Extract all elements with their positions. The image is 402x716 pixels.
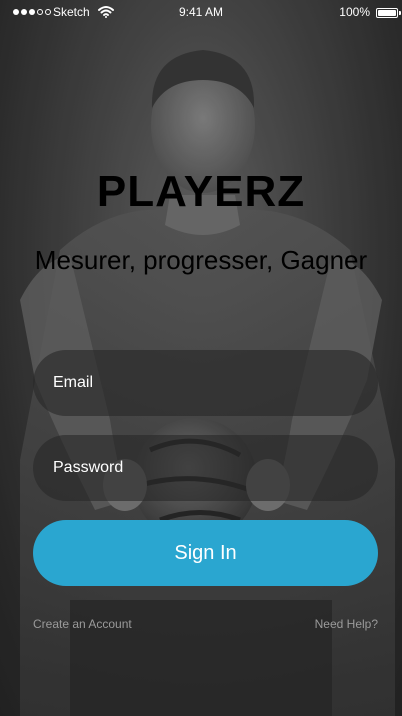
app-tagline: Mesurer, progresser, Gagner	[34, 245, 368, 275]
login-screen: Sketch 9:41 AM 100% PLAYERZ Mesurer, pro…	[0, 0, 402, 716]
create-account-link[interactable]: Create an Account	[33, 617, 132, 631]
app-title: PLAYERZ	[96, 167, 306, 216]
password-field[interactable]	[33, 435, 378, 501]
email-field[interactable]	[33, 350, 378, 416]
battery-percentage: 100%	[339, 5, 370, 19]
battery-cap	[399, 11, 401, 15]
need-help-link[interactable]: Need Help?	[315, 617, 378, 631]
sign-in-button[interactable]: Sign In	[33, 520, 378, 586]
status-bar: Sketch 9:41 AM 100%	[0, 0, 402, 24]
battery-icon	[376, 8, 398, 18]
battery-level	[378, 10, 396, 16]
